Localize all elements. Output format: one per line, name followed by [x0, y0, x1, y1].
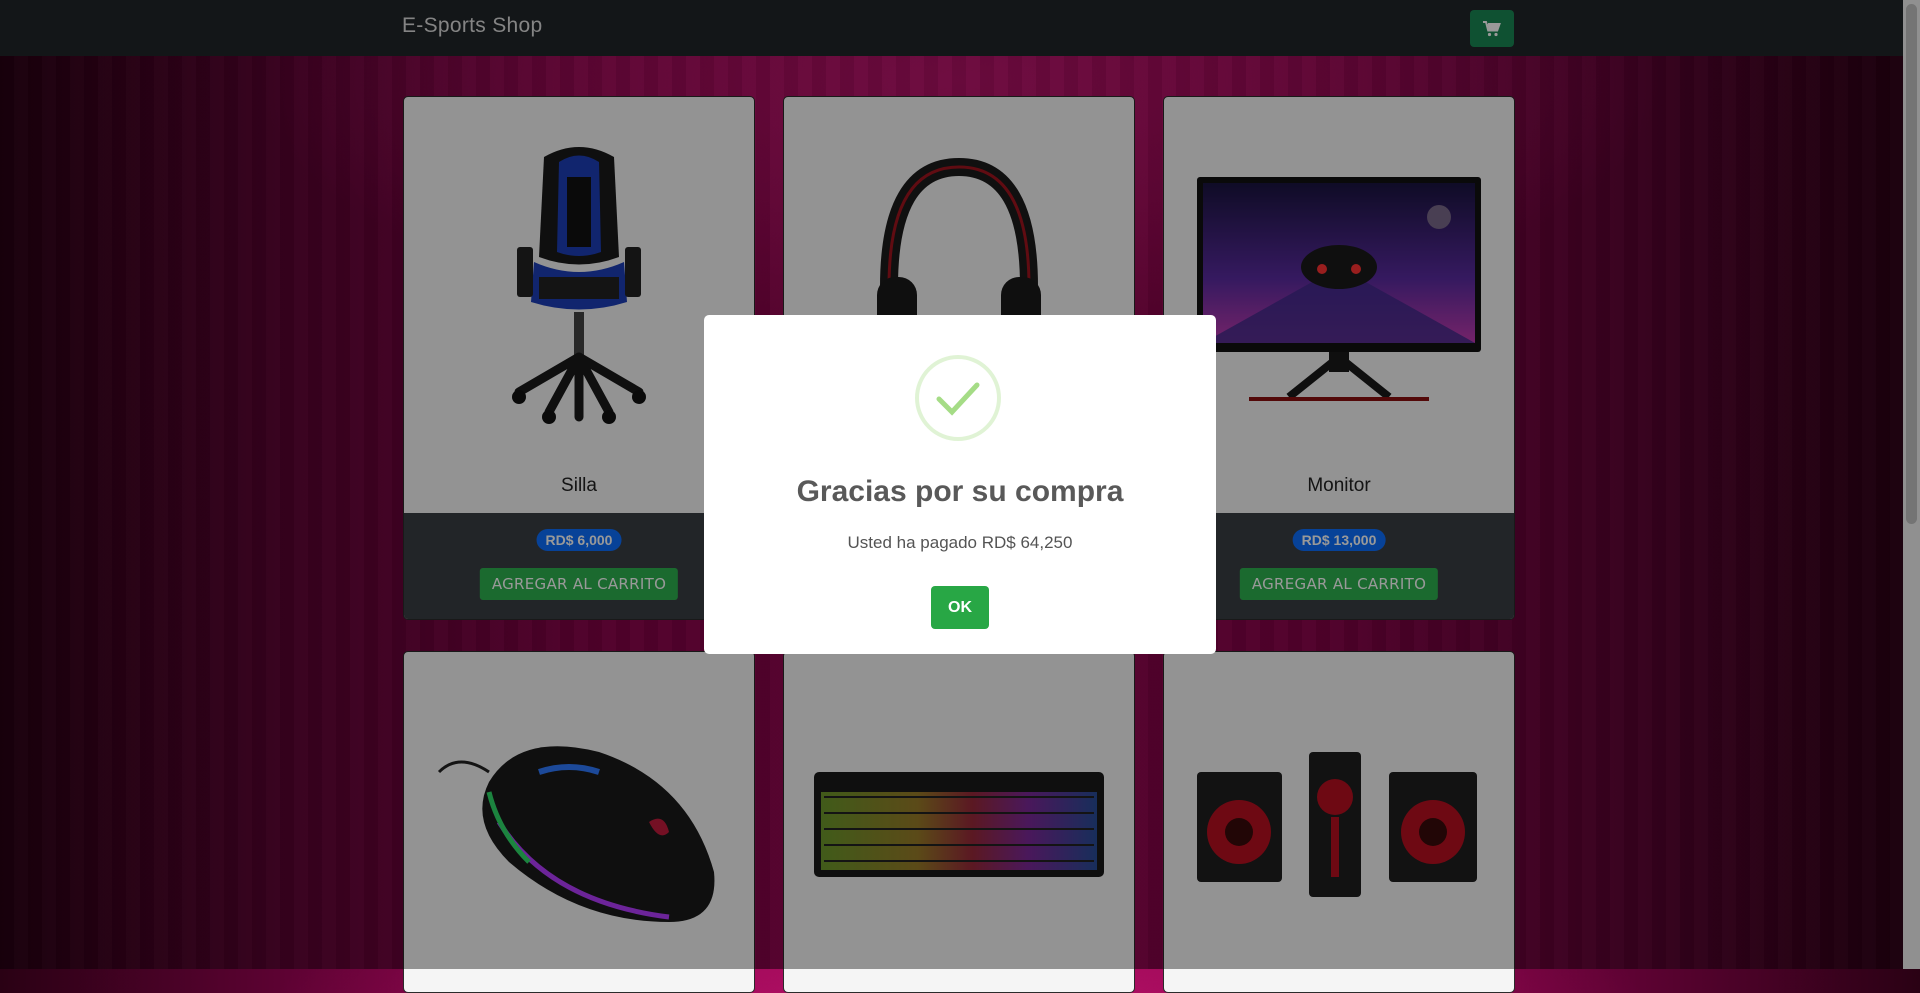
modal-message: Usted ha pagado RD$ 64,250 — [847, 533, 1073, 552]
purchase-success-dialog: Gracias por su compra Usted ha pagado RD… — [704, 315, 1216, 654]
success-check-icon — [915, 355, 1001, 441]
modal-title: Gracias por su compra — [796, 475, 1124, 508]
ok-button[interactable]: OK — [931, 586, 989, 629]
